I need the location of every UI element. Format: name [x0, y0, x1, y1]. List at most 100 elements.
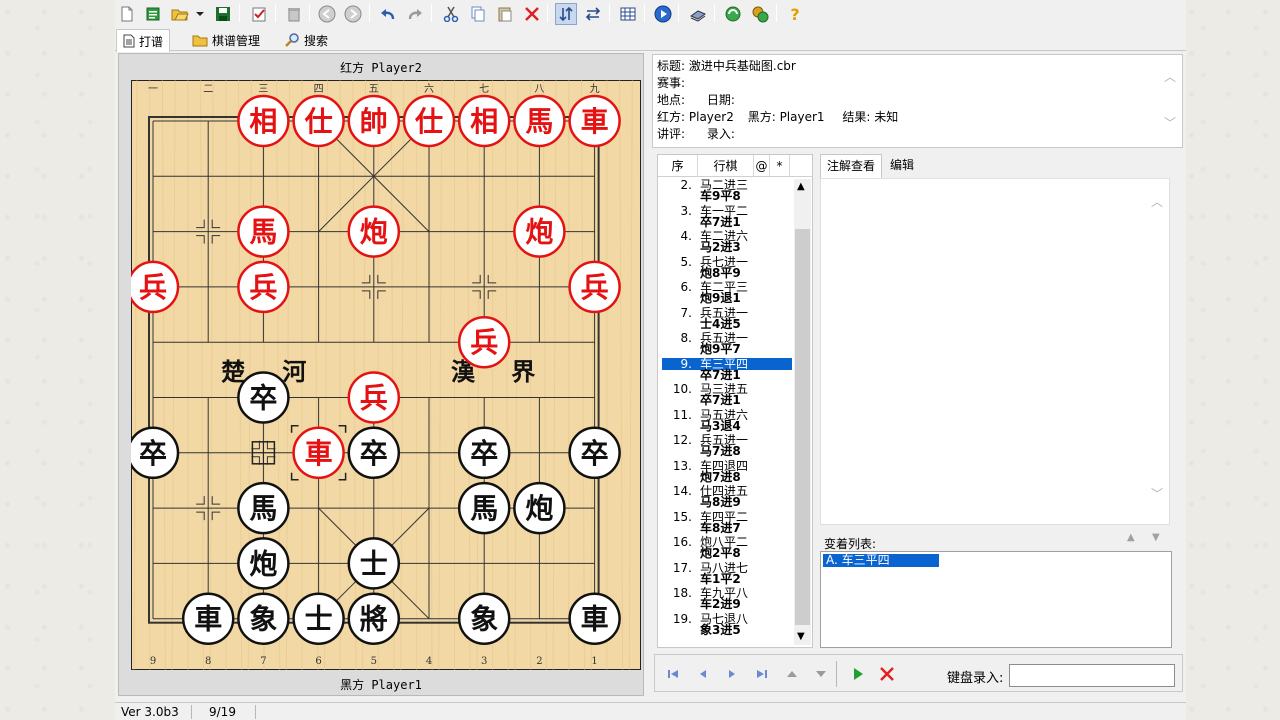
move-row[interactable]: 8. 兵五进一 炮9平7: [662, 332, 794, 358]
move-row[interactable]: 3. 车一平二 卒7进1: [662, 204, 794, 231]
variations-list[interactable]: A. 车三平四: [820, 551, 1172, 648]
black-piece[interactable]: 象: [237, 592, 290, 645]
back-circle-icon[interactable]: [316, 3, 338, 25]
black-piece[interactable]: 卒: [568, 426, 621, 480]
black-piece[interactable]: 士: [292, 592, 345, 645]
variation-next-icon[interactable]: [811, 664, 831, 684]
move-row[interactable]: 13. 车四退四 炮7进8: [662, 459, 794, 486]
flip-vertical-icon[interactable]: [555, 3, 577, 25]
red-piece[interactable]: 車: [292, 426, 345, 480]
scroll-down-arrow-icon[interactable]: ▼: [797, 631, 805, 642]
red-piece[interactable]: 仕: [292, 94, 345, 148]
red-piece[interactable]: 相: [457, 94, 511, 148]
move-row[interactable]: 5. 兵七进一 炮8平9: [662, 255, 794, 282]
red-piece[interactable]: 仕: [402, 94, 456, 148]
move-row[interactable]: 9. 车三平四 卒7进1: [662, 357, 794, 384]
black-piece[interactable]: 馬: [237, 481, 290, 535]
black-piece[interactable]: 卒: [131, 426, 180, 480]
red-piece[interactable]: 兵: [457, 315, 511, 369]
moves-scroll-thumb[interactable]: [795, 229, 810, 625]
copy-icon[interactable]: [467, 3, 489, 25]
dropdown-arrow-icon[interactable]: [194, 3, 206, 25]
info-scroll-down-icon[interactable]: ﹀: [1164, 115, 1176, 132]
move-row[interactable]: 15. 车四平二 车8进7: [662, 510, 794, 537]
red-piece[interactable]: 兵: [568, 260, 621, 314]
black-piece[interactable]: 車: [181, 592, 235, 645]
delete-move-icon[interactable]: [877, 664, 897, 684]
tab-manage[interactable]: 棋谱管理: [186, 29, 266, 51]
black-piece[interactable]: 卒: [457, 426, 511, 480]
move-row[interactable]: 19. 马七退八 象3进5: [662, 612, 794, 639]
col-at-header[interactable]: @: [754, 155, 770, 177]
open-icon[interactable]: [142, 3, 164, 25]
red-piece[interactable]: 炮: [347, 205, 401, 258]
anno-scroll-up-icon[interactable]: ︿: [1151, 193, 1163, 210]
info-scroll-up-icon[interactable]: ︿: [1164, 69, 1176, 86]
swap-horizontal-icon[interactable]: [582, 3, 604, 25]
red-piece[interactable]: 馬: [237, 205, 290, 258]
red-piece[interactable]: 炮: [513, 205, 566, 258]
first-move-icon[interactable]: [663, 664, 683, 684]
anno-scroll-down-icon[interactable]: ﹀: [1151, 485, 1163, 502]
variation-down-icon[interactable]: ▼: [1152, 532, 1160, 543]
xiangqi-board[interactable]: 一二三四五六七八九9 8 7 6 5 4 3 2 1楚河漢界 相仕帥仕相馬車馬炮炮兵兵兵兵兵車卒…: [131, 80, 641, 670]
forward-circle-icon[interactable]: [342, 3, 364, 25]
prev-move-icon[interactable]: [693, 664, 713, 684]
black-piece[interactable]: 馬: [457, 481, 511, 535]
move-row[interactable]: 10. 马三进五 卒7进1: [662, 383, 794, 409]
move-row[interactable]: 4. 车二进六 马2进3: [662, 230, 794, 256]
col-star-header[interactable]: *: [770, 155, 790, 177]
play-move-icon[interactable]: [848, 664, 868, 684]
black-piece[interactable]: 卒: [347, 426, 401, 480]
move-row[interactable]: 6. 车二平三 炮9退1: [662, 281, 794, 307]
moves-scrollbar[interactable]: ▲ ▼: [794, 179, 811, 645]
folder-open-icon[interactable]: [169, 3, 191, 25]
play-circle-icon[interactable]: [652, 3, 674, 25]
annotation-text-area[interactable]: ︿ ﹀: [820, 178, 1170, 525]
undo-icon[interactable]: [377, 3, 399, 25]
paste-icon[interactable]: [494, 3, 516, 25]
move-row[interactable]: 18. 车九平八 车2进9: [662, 587, 794, 613]
red-piece[interactable]: 車: [568, 94, 621, 148]
move-row[interactable]: 11. 马五进六 马3退4: [662, 408, 794, 435]
move-row[interactable]: 17. 马八进七 车1平2: [662, 561, 794, 588]
move-row[interactable]: 14. 仕四进五 马8进9: [662, 485, 794, 511]
tab-annotation-edit[interactable]: 编辑: [884, 154, 920, 178]
new-file-icon[interactable]: [116, 3, 138, 25]
move-row[interactable]: 12. 兵五进一 马7进8: [662, 434, 794, 460]
red-piece[interactable]: 兵: [237, 260, 290, 314]
tab-search[interactable]: 搜索: [278, 29, 334, 51]
black-piece[interactable]: 炮: [237, 537, 290, 590]
col-move-header[interactable]: 行棋: [698, 155, 754, 177]
move-row[interactable]: 16. 炮八平二 炮2平8: [662, 536, 794, 562]
help-icon[interactable]: ?: [784, 3, 806, 25]
books-icon[interactable]: [687, 3, 709, 25]
variation-up-icon[interactable]: ▲: [1127, 532, 1135, 543]
move-row[interactable]: 7. 兵五进一 士4进5: [662, 306, 794, 333]
red-piece[interactable]: 兵: [347, 371, 401, 424]
variation-prev-icon[interactable]: [782, 664, 802, 684]
next-move-icon[interactable]: [722, 664, 742, 684]
black-piece[interactable]: 將: [347, 592, 401, 645]
scroll-up-arrow-icon[interactable]: ▲: [797, 181, 805, 192]
red-piece[interactable]: 帥: [347, 94, 401, 148]
black-piece[interactable]: 士: [347, 537, 401, 590]
board-view-icon[interactable]: [617, 3, 639, 25]
keyboard-input[interactable]: [1009, 664, 1175, 687]
col-index-header[interactable]: 序: [658, 155, 698, 177]
cut-icon[interactable]: [440, 3, 462, 25]
last-move-icon[interactable]: [752, 664, 772, 684]
black-piece[interactable]: 炮: [513, 481, 566, 535]
black-piece[interactable]: 象: [457, 592, 511, 645]
refresh-green-icon[interactable]: [722, 3, 744, 25]
move-row[interactable]: 2. 马二进三 车9平8: [662, 179, 794, 205]
check-edit-icon[interactable]: [248, 3, 270, 25]
tab-annotation-view[interactable]: 注解查看: [820, 154, 883, 178]
delete-icon[interactable]: [283, 3, 305, 25]
redo-icon[interactable]: [404, 3, 426, 25]
red-piece[interactable]: 馬: [513, 94, 566, 148]
engine-icon[interactable]: [749, 3, 771, 25]
save-icon[interactable]: [212, 3, 234, 25]
variation-item[interactable]: A. 车三平四: [823, 554, 939, 567]
red-piece[interactable]: 相: [237, 94, 290, 148]
